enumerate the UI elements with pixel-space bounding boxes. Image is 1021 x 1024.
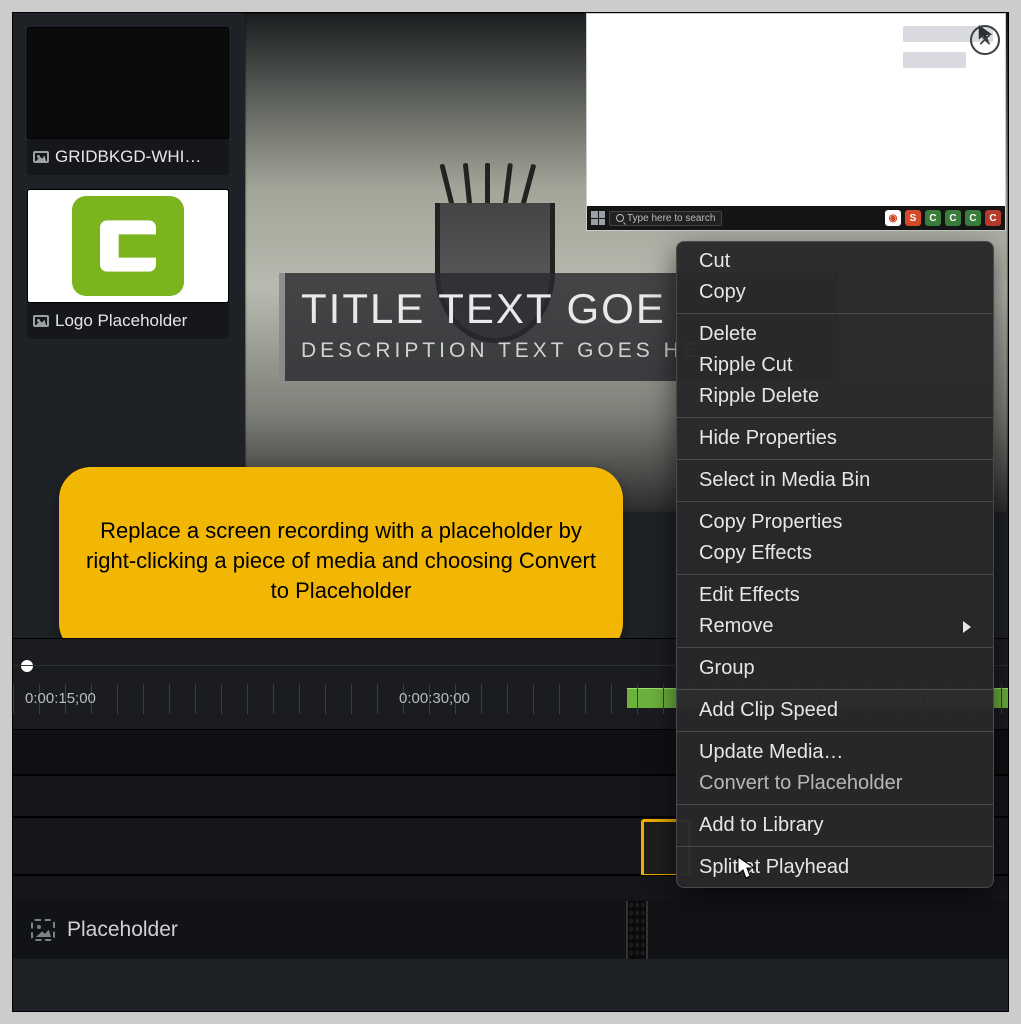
context-menu-separator (677, 647, 993, 648)
playhead-handle[interactable] (21, 660, 33, 672)
embedded-browser-window: Type here to search ◉ S C C C C (586, 13, 1006, 231)
context-menu-convert-to-placeholder[interactable]: Convert to Placeholder (677, 768, 993, 799)
placeholder-track-row[interactable]: Placeholder (13, 901, 1008, 959)
taskbar-search-placeholder: Type here to search (627, 213, 715, 224)
context-menu-hide-properties[interactable]: Hide Properties (677, 423, 993, 454)
timecode-label: 0:00:15;00 (25, 690, 96, 707)
context-menu-edit-effects[interactable]: Edit Effects (677, 580, 993, 611)
context-menu-separator (677, 313, 993, 314)
tutorial-callout: Replace a screen recording with a placeh… (59, 467, 623, 655)
context-menu-copy[interactable]: Copy (677, 277, 993, 308)
media-bin-item[interactable]: Logo Placeholder (27, 189, 229, 339)
taskbar-chrome-icon[interactable]: ◉ (885, 210, 901, 226)
context-menu-ripple-cut[interactable]: Ripple Cut (677, 350, 993, 381)
taskbar-app-icon[interactable]: C (925, 210, 941, 226)
image-icon (33, 315, 49, 327)
app-window: GRIDBKGD-WHI… Logo Placeholder (12, 12, 1009, 1012)
close-icon[interactable]: ✕ (970, 25, 1000, 55)
start-menu-icon[interactable] (591, 211, 605, 225)
media-item-label: Logo Placeholder (55, 311, 187, 331)
skeleton-bar (903, 52, 966, 68)
context-menu-separator (677, 417, 993, 418)
context-menu-cut[interactable]: Cut (677, 246, 993, 277)
context-menu-separator (677, 689, 993, 690)
context-menu-group[interactable]: Group (677, 653, 993, 684)
media-bin: GRIDBKGD-WHI… Logo Placeholder (13, 13, 245, 513)
taskbar-app-icon[interactable]: C (965, 210, 981, 226)
media-bin-item[interactable]: GRIDBKGD-WHI… (27, 27, 229, 175)
media-thumbnail (27, 27, 229, 139)
context-menu-separator (677, 804, 993, 805)
context-menu-remove[interactable]: Remove (677, 611, 993, 642)
image-icon (33, 151, 49, 163)
windows-taskbar: Type here to search ◉ S C C C C (587, 206, 1005, 230)
media-item-label: GRIDBKGD-WHI… (55, 147, 201, 167)
tutorial-screenshot-frame: GRIDBKGD-WHI… Logo Placeholder (0, 0, 1021, 1024)
taskbar-search[interactable]: Type here to search (609, 211, 722, 226)
taskbar-app-icon[interactable]: C (945, 210, 961, 226)
context-menu-separator (677, 501, 993, 502)
cursor-icon (736, 856, 758, 880)
context-menu-separator (677, 731, 993, 732)
media-thumbnail (27, 189, 229, 303)
context-menu-add-clip-speed[interactable]: Add Clip Speed (677, 695, 993, 726)
placeholder-track-label: Placeholder (67, 918, 178, 942)
context-menu-separator (677, 459, 993, 460)
submenu-arrow-icon (963, 621, 971, 633)
taskbar-app-icon[interactable]: C (985, 210, 1001, 226)
context-menu-copy-properties[interactable]: Copy Properties (677, 507, 993, 538)
timecode-label: 0:00:30;00 (399, 690, 470, 707)
context-menu-separator (677, 574, 993, 575)
context-menu-select-in-media-bin[interactable]: Select in Media Bin (677, 465, 993, 496)
context-menu-ripple-delete[interactable]: Ripple Delete (677, 381, 993, 412)
context-menu-split-at-playhead[interactable]: Split at Playhead (677, 852, 993, 883)
context-menu-separator (677, 846, 993, 847)
search-icon (616, 214, 624, 222)
context-menu-add-to-library[interactable]: Add to Library (677, 810, 993, 841)
taskbar-app-icon[interactable]: S (905, 210, 921, 226)
context-menu-delete[interactable]: Delete (677, 319, 993, 350)
context-menu-update-media[interactable]: Update Media… (677, 737, 993, 768)
camtasia-logo-icon (72, 196, 184, 296)
filmstrip-icon (626, 901, 648, 959)
placeholder-icon (31, 919, 55, 941)
callout-text: Replace a screen recording with a placeh… (85, 516, 597, 605)
clip-context-menu: Cut Copy Delete Ripple Cut Ripple Delete… (676, 241, 994, 888)
context-menu-copy-effects[interactable]: Copy Effects (677, 538, 993, 569)
